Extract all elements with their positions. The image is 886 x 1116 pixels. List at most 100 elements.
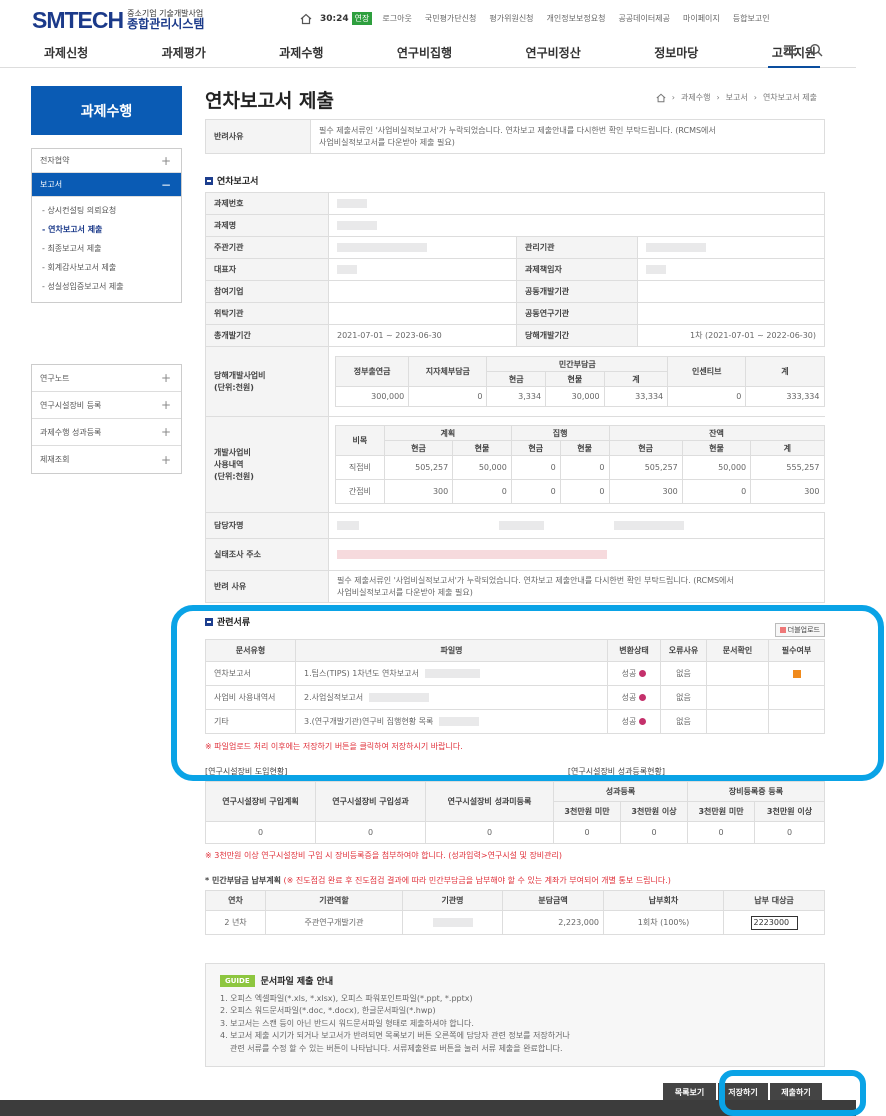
top-link-public-data[interactable]: 공공데이터제공: [618, 13, 670, 24]
label-inspect-address: 실태조사 주소: [205, 538, 329, 571]
edit-icon[interactable]: [639, 694, 647, 701]
menu-icon[interactable]: [783, 43, 797, 57]
budget-sum: 33,334: [603, 386, 669, 407]
side-item-agreement[interactable]: 전자협약 +: [32, 149, 181, 173]
side-item-performance[interactable]: 과제수행 성과등록 +: [32, 419, 181, 446]
doc-error: 없음: [660, 709, 707, 734]
side-nav: 과제수행 전자협약 + 보고서 − - 상시컨설팅 의뢰요청 - 연차보고서 제출 …: [31, 86, 182, 474]
nav-settlement[interactable]: 연구비정산: [522, 44, 585, 68]
label-reject-reason: 반려 사유: [205, 570, 329, 603]
side-item-equipment[interactable]: 연구시설장비 등록 +: [32, 392, 181, 419]
doc-file-link[interactable]: 2.사업실적보고서: [304, 693, 363, 702]
equip-header-under: 3천만원 미만: [553, 801, 621, 822]
doc-error: 없음: [660, 661, 707, 686]
side-item-label: 과제수행 성과등록: [40, 427, 102, 437]
nav-evaluation[interactable]: 과제평가: [158, 44, 210, 68]
doc-file-link[interactable]: 1.팁스(TIPS) 1차년도 연차보고서: [304, 669, 419, 678]
side-sub-consulting[interactable]: - 상시컨설팅 의뢰요청: [32, 201, 181, 220]
label-manage-org: 관리기관: [516, 236, 638, 259]
site-logo[interactable]: SMTECH 중소기업 기술개발사업 종합관리시스템: [32, 7, 204, 34]
masked-value: [337, 550, 607, 559]
top-link-evaluator-apply[interactable]: 평가위원신청: [489, 13, 533, 24]
plus-icon: +: [160, 153, 171, 168]
budget-incentive: 0: [667, 386, 747, 407]
side-item-label: 연구시설장비 등록: [40, 400, 102, 410]
masked-value: [424, 669, 480, 678]
nav-expense[interactable]: 연구비집행: [393, 44, 456, 68]
usage-value: 0: [559, 479, 610, 504]
plus-icon: +: [160, 398, 171, 412]
annual-report-table: 과제번호 과제명 주관기관 관리기관 대표자 과제책임자 참여기업 공동개발기관 위탁…: [205, 192, 825, 603]
top-link-mypage[interactable]: 마이페이지: [683, 13, 720, 24]
download-all-button[interactable]: 더블업로드: [774, 623, 825, 637]
budget-table: 정부출연금 지자체부담금 민간부담금 인센티브 계 현금 현물 계 300,000 0 3,33…: [334, 356, 825, 407]
guide-line: 관련 서류를 수정 할 수 있는 버튼이 나타납니다. 서류제출완료 버튼을 눌…: [230, 1043, 563, 1053]
home-icon[interactable]: [300, 13, 312, 25]
equip-header-over: 3천만원 이상: [619, 801, 689, 822]
payment-target-input[interactable]: [750, 915, 798, 930]
side-item-report[interactable]: 보고서 −: [32, 173, 181, 197]
label-consign-org: 위탁기관: [205, 302, 329, 325]
label-year-period: 당해개발기간: [516, 324, 638, 347]
chevron-right-icon: ›: [716, 93, 720, 102]
download-icon[interactable]: [792, 669, 801, 678]
top-link-public-evaluator[interactable]: 국민평가단신청: [425, 13, 477, 24]
payment-note: (※ 진도점검 완료 후 진도점검 결과에 따라 민간부담금을 납부해야 할 수…: [283, 876, 671, 885]
usage-value: 505,257: [608, 455, 683, 480]
guide-line: 4. 보고서 제출 시기가 되거나 보고서가 반려되면 목록보기 버튼 오른쪽에…: [220, 1031, 570, 1041]
side-sub-label: 회계감사보고서 제출: [47, 263, 117, 272]
edit-icon[interactable]: [639, 670, 647, 677]
side-item-sanction[interactable]: 제재조회 +: [32, 446, 181, 473]
breadcrumb-item[interactable]: 보고서: [726, 92, 748, 103]
side-sub-label: 최종보고서 제출: [47, 244, 102, 253]
side-sub-integrity-report[interactable]: - 성실성입증보고서 제출: [32, 277, 181, 296]
side-item-research-note[interactable]: 연구노트 +: [32, 365, 181, 392]
side-nav-group-report: 전자협약 + 보고서 − - 상시컨설팅 의뢰요청 - 연차보고서 제출 - 최종보…: [31, 148, 182, 303]
usage-header-kind: 현물: [681, 440, 752, 456]
plus-icon: +: [160, 371, 171, 385]
home-icon[interactable]: [656, 93, 666, 103]
table-row: 2 년차 주관연구개발기관 2,223,000 1회차 (100%): [205, 910, 825, 935]
breadcrumb-item[interactable]: 과제수행: [681, 92, 710, 103]
doc-file-link[interactable]: 3.(연구개발기관)연구비 집행현황 목록: [304, 717, 433, 726]
guide-line: 3. 보고서는 스캔 등이 아닌 반드시 워드문서파일 형태로 제출하셔야 합니…: [220, 1018, 474, 1028]
top-link-logout[interactable]: 로그아웃: [382, 13, 411, 24]
side-sub-final-report[interactable]: - 최종보고서 제출: [32, 239, 181, 258]
nav-execution[interactable]: 과제수행: [275, 44, 327, 68]
nav-info[interactable]: 정보마당: [650, 44, 702, 68]
guide-badge: GUIDE: [220, 974, 255, 987]
nav-apply[interactable]: 과제신청: [40, 44, 92, 68]
equip-header-result: 연구시설장비 구입성과: [315, 781, 426, 822]
table-row: 사업비 사용내역서 2.사업실적보고서 성공 없음: [205, 685, 825, 710]
pay-round: 1회차 (100%): [603, 910, 724, 935]
side-item-label: 보고서: [40, 180, 63, 189]
usage-value: 0: [510, 455, 561, 480]
budget-kind: 30,000: [545, 386, 605, 407]
usage-value: 0: [452, 479, 512, 504]
bottom-scrollbar[interactable]: [0, 1100, 856, 1116]
session-extend-button[interactable]: 연장: [351, 12, 373, 25]
top-link-integrated[interactable]: 등합보고인: [733, 13, 770, 24]
budget-gov: 300,000: [334, 386, 410, 407]
label-budget-unit: (단위:천원): [214, 382, 254, 392]
side-sub-label: 성실성입증보고서 제출: [47, 282, 124, 291]
budget-local: 0: [408, 386, 488, 407]
top-link-privacy[interactable]: 개인정보보정요청: [547, 13, 606, 24]
side-sub-audit-report[interactable]: - 회계감사보고서 제출: [32, 258, 181, 277]
budget-total: 333,334: [745, 386, 825, 407]
year-period-value: 1차 (2021-07-01 ~ 2022-06-30): [637, 324, 825, 347]
usage-value: 300: [750, 479, 825, 504]
budget-cash: 3,334: [486, 386, 547, 407]
equip-value: 0: [425, 821, 554, 844]
edit-icon[interactable]: [639, 718, 647, 725]
search-icon[interactable]: [809, 43, 823, 57]
usage-header-exec: 집행: [510, 425, 610, 441]
usage-value: 0: [510, 479, 561, 504]
usage-header-item: 비목: [335, 425, 385, 456]
usage-header-cash: 현금: [383, 440, 454, 456]
label-participant: 참여기업: [205, 280, 329, 303]
budget-header-sum: 계: [603, 371, 669, 387]
side-sub-annual-report[interactable]: - 연차보고서 제출: [32, 220, 181, 239]
usage-header-cash: 현금: [608, 440, 683, 456]
plus-icon: +: [160, 452, 171, 467]
